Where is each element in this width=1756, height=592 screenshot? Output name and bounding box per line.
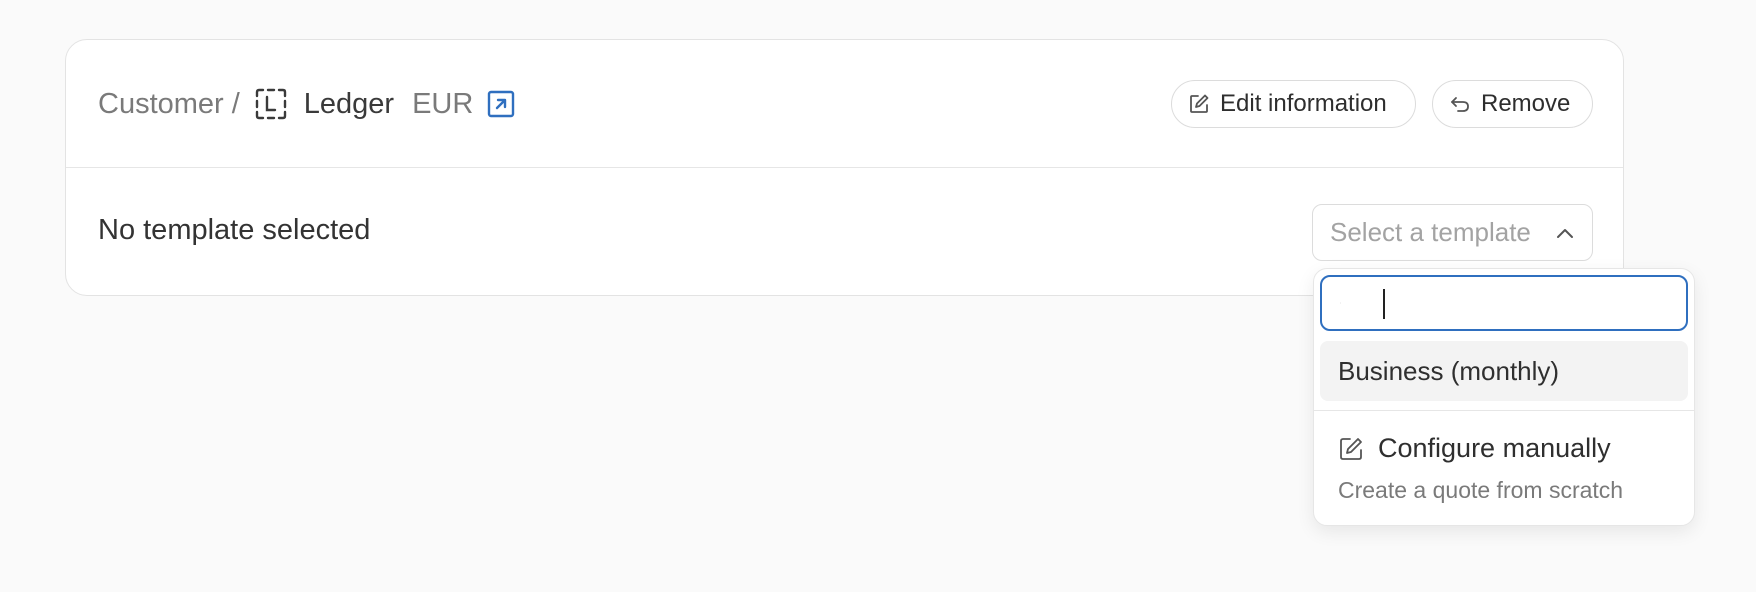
configure-manually-description: Create a quote from scratch — [1338, 477, 1624, 503]
edit-icon — [1340, 437, 1362, 460]
template-status: No template selected — [98, 214, 371, 246]
search-icon — [1340, 302, 1341, 304]
edit-information-label: Edit information — [1220, 90, 1387, 117]
currency-label: EUR — [412, 87, 474, 120]
template-option-business-monthly[interactable]: Business (monthly) — [1320, 341, 1688, 401]
breadcrumb-parent[interactable]: Customer — [98, 88, 224, 121]
configure-manually-title: Configure manually — [1378, 433, 1611, 463]
template-select[interactable]: Select a template — [1312, 204, 1593, 261]
remove-label: Remove — [1481, 90, 1571, 117]
breadcrumb: Customer / Ledger EUR — [98, 84, 515, 124]
template-dropdown: Business (monthly) Configure manually Cr… — [1313, 268, 1695, 526]
external-link-icon[interactable] — [487, 90, 515, 118]
configure-manually-option[interactable]: Configure manually Create a quote from s… — [1320, 421, 1688, 517]
chevron-up-icon — [1557, 229, 1573, 238]
edit-icon — [1190, 94, 1209, 113]
card-header: Customer / Ledger EUR Edit information R… — [66, 40, 1623, 168]
edit-information-button[interactable]: Edit information — [1171, 80, 1416, 128]
ledger-icon — [255, 88, 286, 120]
remove-button[interactable]: Remove — [1432, 80, 1593, 128]
template-select-placeholder: Select a template — [1330, 217, 1531, 247]
dropdown-divider — [1314, 410, 1694, 411]
template-search-input[interactable] — [1351, 283, 1686, 323]
breadcrumb-separator: / — [231, 87, 240, 120]
text-caret — [1383, 289, 1385, 319]
breadcrumb-current: Ledger — [303, 87, 395, 120]
undo-icon — [1451, 97, 1469, 112]
template-option-label: Business (monthly) — [1338, 355, 1560, 386]
ledger-card: Customer / Ledger EUR Edit information R… — [65, 39, 1624, 296]
template-search[interactable] — [1320, 275, 1688, 331]
configure-manually-row: Configure manually — [1338, 433, 1611, 464]
